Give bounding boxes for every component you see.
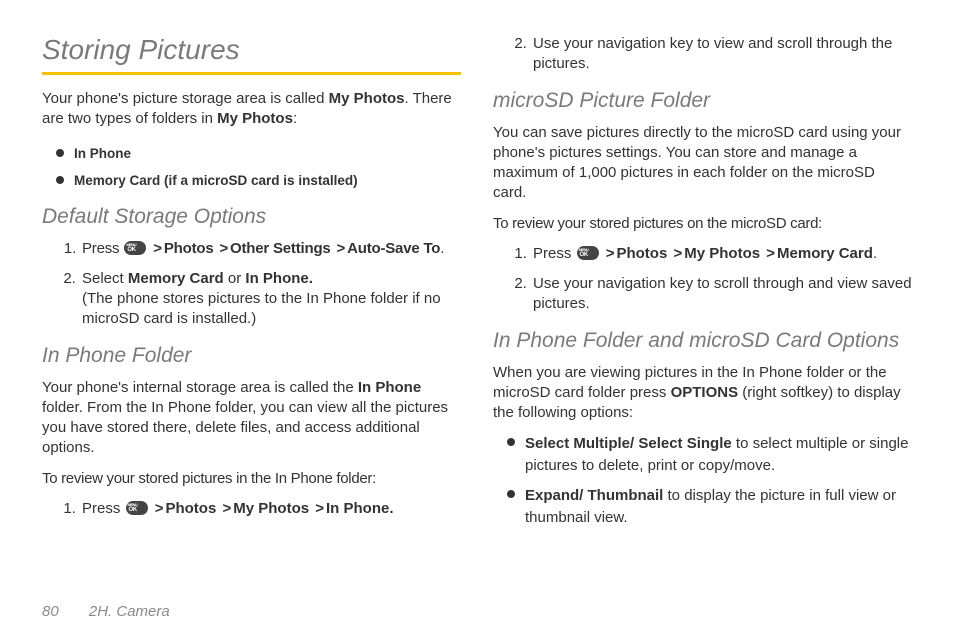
text: Your phone's internal storage area is ca…	[42, 379, 358, 396]
right-column: Use your navigation key to view and scro…	[493, 34, 912, 574]
both-options-para: When you are viewing pictures in the In …	[493, 363, 912, 424]
main-heading: Storing Pictures	[42, 34, 461, 66]
text-bold: Select Multiple/ Select Single	[525, 435, 732, 452]
in-phone-review-label: To review your stored pictures in the In…	[42, 469, 461, 489]
chevron-right-icon: >	[315, 500, 324, 517]
default-storage-steps: Press >Photos >Other Settings >Auto-Save…	[42, 239, 461, 330]
microsd-steps: Press >Photos >My Photos >Memory Card. U…	[493, 244, 912, 315]
subheading-in-phone: In Phone Folder	[42, 344, 461, 368]
list-item: In Phone	[60, 144, 461, 164]
text-bold: Other Settings	[230, 240, 331, 257]
step-item: Select Memory Card or In Phone. (The pho…	[80, 269, 461, 330]
text-bold: Memory Card	[128, 270, 224, 287]
step-item: Press >Photos >My Photos >In Phone.	[80, 499, 461, 519]
text: Your phone's picture storage area is cal…	[42, 90, 329, 107]
step-item: Press >Photos >My Photos >Memory Card.	[531, 244, 912, 264]
chevron-right-icon: >	[606, 245, 615, 262]
intro-text: Your phone's picture storage area is cal…	[42, 89, 461, 130]
text-bold: My Photos	[329, 90, 405, 107]
text-bold: Photos	[165, 500, 216, 517]
heading-rule	[42, 72, 461, 75]
step-item: Use your navigation key to view and scro…	[531, 34, 912, 75]
list-item: Expand/ Thumbnail to display the picture…	[511, 485, 912, 529]
text-bold: In Phone	[358, 379, 421, 396]
text-bold: My Photos	[233, 500, 309, 517]
text-bold: OPTIONS	[671, 384, 739, 401]
chevron-right-icon: >	[155, 500, 164, 517]
text: Select	[82, 270, 128, 287]
list-item: Memory Card (if a microSD card is instal…	[60, 171, 461, 191]
list-item: Select Multiple/ Select Single to select…	[511, 433, 912, 477]
text-bold: Auto-Save To	[347, 240, 440, 257]
chevron-right-icon: >	[673, 245, 682, 262]
chevron-right-icon: >	[219, 240, 228, 257]
options-list: Select Multiple/ Select Single to select…	[493, 433, 912, 528]
in-phone-steps: Press >Photos >My Photos >In Phone.	[42, 499, 461, 519]
subheading-default-storage: Default Storage Options	[42, 205, 461, 229]
section-label: 2H. Camera	[89, 603, 170, 620]
text: Press	[82, 240, 123, 257]
step-item: Press >Photos >Other Settings >Auto-Save…	[80, 239, 461, 259]
subheading-both-options: In Phone Folder and microSD Card Options	[493, 329, 912, 353]
folder-types-list: In Phone Memory Card (if a microSD card …	[42, 144, 461, 191]
text-bold: Expand/ Thumbnail	[525, 487, 663, 504]
microsd-para: You can save pictures directly to the mi…	[493, 123, 912, 204]
text-bold: In Phone.	[326, 500, 394, 517]
text: Press	[533, 245, 576, 262]
page-number: 80	[42, 603, 59, 620]
menu-ok-icon	[124, 241, 146, 255]
text: Press	[82, 500, 125, 517]
chevron-right-icon: >	[337, 240, 346, 257]
step-item: Use your navigation key to scroll throug…	[531, 274, 912, 315]
text: folder. From the In Phone folder, you ca…	[42, 399, 448, 457]
text-bold: Memory Card	[777, 245, 873, 262]
text-bold: Photos	[616, 245, 667, 262]
text-bold: My Photos	[684, 245, 760, 262]
page-footer: 80 2H. Camera	[42, 603, 170, 620]
text: (The phone stores pictures to the In Pho…	[82, 290, 441, 327]
page-columns: Storing Pictures Your phone's picture st…	[42, 34, 912, 574]
microsd-review-label: To review your stored pictures on the mi…	[493, 214, 912, 234]
continued-steps: Use your navigation key to view and scro…	[493, 34, 912, 75]
text-bold: In Phone.	[245, 270, 313, 287]
subheading-microsd: microSD Picture Folder	[493, 89, 912, 113]
menu-ok-icon	[126, 501, 148, 515]
in-phone-para: Your phone's internal storage area is ca…	[42, 378, 461, 459]
left-column: Storing Pictures Your phone's picture st…	[42, 34, 461, 574]
chevron-right-icon: >	[153, 240, 162, 257]
text: :	[293, 110, 297, 127]
text-bold: Photos	[164, 240, 214, 257]
text: or	[224, 270, 246, 287]
text-bold: My Photos	[217, 110, 293, 127]
menu-ok-icon	[577, 246, 599, 260]
chevron-right-icon: >	[766, 245, 775, 262]
chevron-right-icon: >	[222, 500, 231, 517]
